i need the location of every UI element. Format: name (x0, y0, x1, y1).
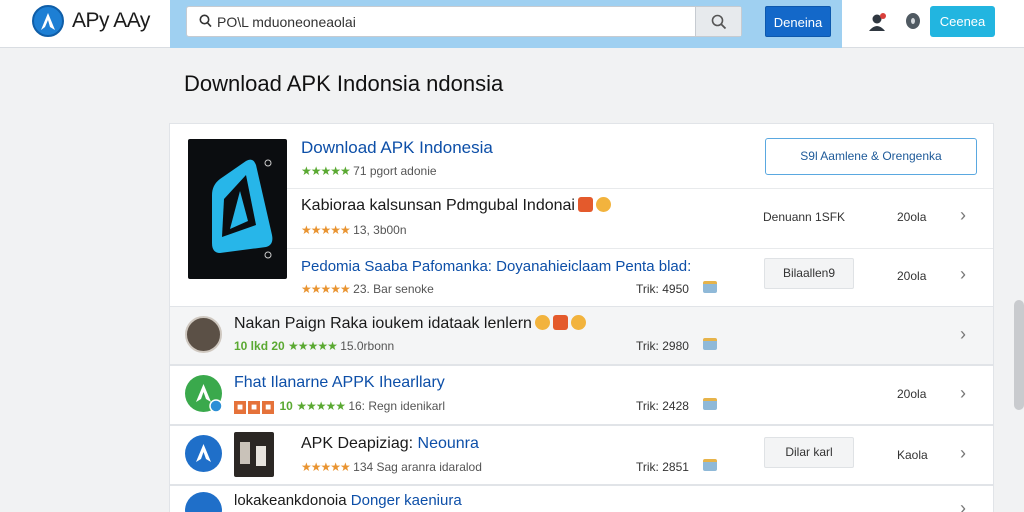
list-item-stat: Trik: 2428 (636, 399, 689, 413)
app-icon (185, 375, 223, 413)
list-item-meta: ■ ■ ■ 10 ★★★★★ 16: Regn idenikarl (234, 399, 445, 414)
list-item[interactable]: Nakan Paign Raka ioukem idataak lenlern … (169, 306, 994, 365)
emoji-icon (552, 315, 568, 330)
avatar (185, 316, 222, 353)
list-item-title[interactable]: Fhat Ilanarne APPK Ihearllary (234, 374, 445, 392)
list-item-meta-text: 134 Sag aranra idaralod (353, 460, 482, 474)
list-item-title-text: APK Deapiziag: (301, 435, 414, 452)
list-item-title-text: Nakan Paign Raka ioukem idataak lenlern (234, 315, 532, 332)
chevron-right-icon[interactable]: › (960, 443, 966, 464)
list-item-meta-text: 13, 3b00n (353, 223, 407, 237)
rating-stars: ★★★★★ (296, 399, 346, 413)
folder-icon (703, 338, 717, 350)
list-item-button[interactable]: Bilaallen9 (764, 258, 854, 289)
list-item-count: 20ola (897, 387, 927, 401)
search-input[interactable]: PO\L mduoneoneaolai (186, 6, 742, 37)
list-item-title[interactable]: Nakan Paign Raka ioukem idataak lenlern (234, 315, 586, 333)
scrollbar[interactable] (1014, 300, 1024, 410)
folder-icon (703, 281, 717, 293)
page-title: Download APK Indonsia ndonsia (184, 71, 504, 96)
chevron-right-icon[interactable]: › (960, 498, 966, 512)
app-thumbnail (234, 432, 274, 477)
list-item-size: Denuann 1SFK (763, 210, 846, 224)
search-value: PO\L mduoneoneaolai (217, 14, 356, 30)
list-item[interactable]: lokakeankdonoia Donger kaeniura › (169, 485, 994, 512)
badge-icon: ■ (248, 401, 261, 414)
list-item[interactable]: Fhat Ilanarne APPK Ihearllary ■ ■ ■ 10 ★★★… (169, 365, 994, 425)
rating-stars: ★★★★★ (288, 339, 338, 353)
list-item-title[interactable]: APK Deapiziag: Neounra (301, 435, 479, 453)
list-item-title-text: lokakeankdonoia (234, 492, 347, 509)
list-item-meta: ★★★★★ 134 Sag aranra idaralod (301, 460, 482, 474)
search-icon (711, 14, 727, 30)
list-item-stat: Trik: 2851 (636, 460, 689, 474)
list-item-meta-text: 16: Regn idenikarl (348, 399, 446, 413)
list-item-meta-text: 23. Bar senoke (353, 282, 434, 296)
list-item-meta: 10 lkd 20 ★★★★★ 15.0rbonn (234, 339, 394, 353)
featured-title[interactable]: Download APK Indonesia (301, 138, 493, 158)
list-item-title-link[interactable]: Donger kaeniura (351, 492, 462, 509)
list-item-count: Kaola (897, 448, 928, 462)
rating-stars: ★★★★★ (301, 223, 351, 237)
featured-card: Download APK Indonesia ★★★★★ 71 pgort ad… (169, 123, 994, 307)
emoji-icon (534, 315, 550, 330)
list-item-title[interactable]: Kabioraa kalsunsan Pdmgubal Indonai (301, 197, 611, 215)
app-icon (185, 435, 222, 472)
list-item-meta: ★★★★★ 23. Bar senoke (301, 282, 434, 296)
rating-stars: ★★★★★ (301, 460, 351, 474)
app-logo[interactable] (32, 5, 64, 37)
featured-action-button[interactable]: S9l Aamlene & Orengenka (765, 138, 977, 175)
list-item-button[interactable]: Dilar karl (764, 437, 854, 468)
emoji-icon (595, 197, 611, 212)
chevron-right-icon[interactable]: › (960, 264, 966, 285)
search-button[interactable] (695, 7, 741, 36)
emoji-icon (577, 197, 593, 212)
search-bar: PO\L mduoneoneaolai Deneina (170, 0, 842, 48)
top-header: APy AAy PO\L mduoneoneaolai Deneina Ceen… (0, 0, 1024, 48)
app-icon (185, 492, 222, 512)
folder-icon (703, 398, 717, 410)
folder-icon (703, 459, 717, 471)
list-item-meta: ★★★★★ 13, 3b00n (301, 223, 407, 237)
settings-icon[interactable] (906, 13, 920, 29)
list-item-stat: Trik: 4950 (636, 282, 689, 296)
search-icon (199, 14, 212, 28)
brand-name: APy AAy (72, 9, 150, 32)
primary-button[interactable]: Deneina (765, 6, 831, 37)
divider (287, 188, 993, 189)
chevron-right-icon[interactable]: › (960, 383, 966, 404)
list-item-title-text: Kabioraa kalsunsan Pdmgubal Indonai (301, 197, 575, 214)
list-item-tag: 10 lkd 20 (234, 339, 285, 353)
rating-stars: ★★★★★ (301, 282, 351, 296)
list-item-title[interactable]: lokakeankdonoia Donger kaeniura (234, 492, 462, 509)
list-item-title[interactable]: Pedomia Saaba Pafomanka: Doyanahieiclaam… (301, 258, 691, 275)
featured-meta-text: 71 pgort adonie (353, 164, 437, 178)
user-icon[interactable] (868, 12, 888, 32)
list-item-title-link[interactable]: Neounra (418, 435, 479, 452)
list-item-stat: Trik: 2980 (636, 339, 689, 353)
app-thumbnail[interactable] (188, 139, 287, 279)
list-item-count: 20ola (897, 210, 927, 224)
badge-icon: ■ (234, 401, 247, 414)
divider (287, 248, 993, 249)
chevron-right-icon[interactable]: › (960, 205, 966, 226)
connect-button[interactable]: Ceenea (930, 6, 995, 37)
list-item-count: 20ola (897, 269, 927, 283)
list-item-meta-text: 15.0rbonn (340, 339, 395, 353)
badge-icon: ■ (262, 401, 275, 414)
emoji-icon (570, 315, 586, 330)
list-item[interactable]: APK Deapiziag: Neounra ★★★★★ 134 Sag ara… (169, 425, 994, 485)
rating-stars: ★★★★★ (301, 164, 351, 178)
chevron-right-icon[interactable]: › (960, 324, 966, 345)
featured-meta: ★★★★★ 71 pgort adonie (301, 164, 437, 178)
list-item-tag: 10 (279, 399, 293, 413)
